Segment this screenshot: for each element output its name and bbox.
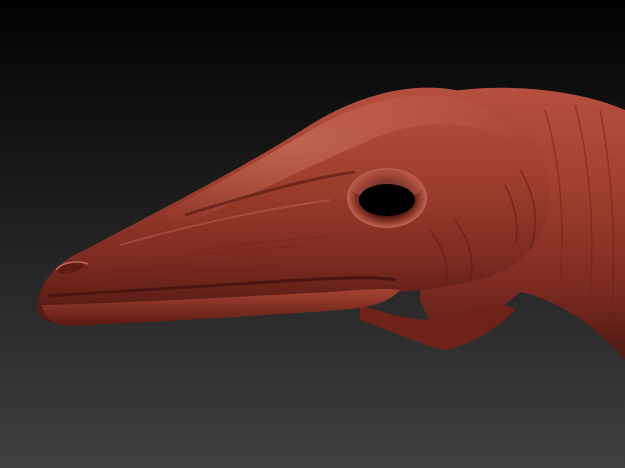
eye-opening <box>359 184 415 216</box>
sculpt-viewport[interactable] <box>0 0 625 468</box>
sculpt-render <box>0 0 625 468</box>
